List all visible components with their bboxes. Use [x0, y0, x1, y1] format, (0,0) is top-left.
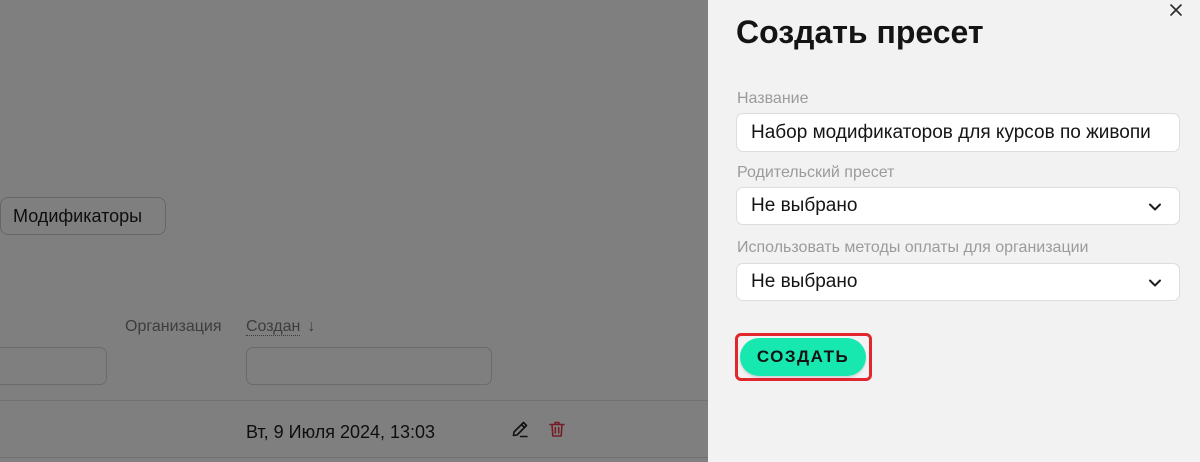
drawer-title: Создать пресет	[736, 14, 984, 50]
chevron-down-icon	[1149, 203, 1161, 211]
payment-methods-value: Не выбрано	[751, 271, 858, 292]
create-preset-drawer: Создать пресет Название Родительский пре…	[708, 0, 1200, 462]
parent-preset-label: Родительский пресет	[737, 164, 895, 181]
name-input[interactable]	[736, 113, 1180, 152]
chevron-down-icon	[1149, 279, 1161, 287]
create-button[interactable]: СОЗДАТЬ	[740, 338, 866, 376]
payment-methods-select[interactable]: Не выбрано	[736, 263, 1180, 301]
payment-methods-label: Использовать методы оплаты для организац…	[737, 239, 1089, 256]
parent-preset-select[interactable]: Не выбрано	[736, 187, 1180, 225]
close-icon[interactable]	[1168, 2, 1184, 18]
parent-preset-value: Не выбрано	[751, 195, 858, 216]
name-field-label: Название	[737, 90, 809, 107]
